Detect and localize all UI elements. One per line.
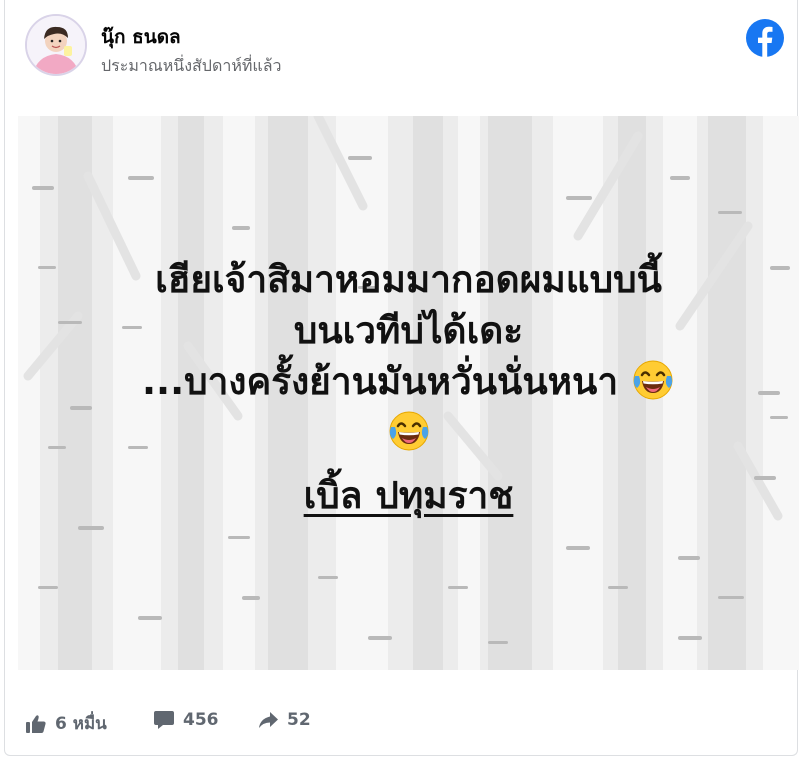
post-image[interactable]: เฮียเจ้าสิมาหอมมากอดผมแบบนี้ บนเวทีบ่ได้… [18, 116, 799, 670]
post-header: นุ๊ก ธนดล ประมาณหนึ่งสัปดาห์ที่แล้ว [5, 0, 797, 100]
share-icon [257, 710, 279, 730]
post-text-line-1: เฮียเจ้าสิมาหอมมากอดผมแบบนี้ [155, 258, 662, 301]
share-count: 52 [287, 710, 311, 730]
comment-count-button[interactable]: 456 [153, 710, 219, 730]
post-text-line-2: บนเวทีบ่ได้เดะ [293, 309, 524, 352]
post-text: เฮียเจ้าสิมาหอมมากอดผมแบบนี้ บนเวทีบ่ได้… [18, 254, 799, 521]
comment-count: 456 [183, 710, 219, 730]
like-count-button[interactable]: 6 หมื่น [25, 710, 107, 737]
face-with-tears-of-joy-icon [631, 358, 675, 402]
facebook-icon[interactable] [745, 18, 785, 58]
like-count: 6 หมื่น [55, 714, 107, 734]
post-signature-line: เบิ้ล ปทุมราช [18, 470, 799, 521]
post-signature: เบิ้ล ปทุมราช [303, 474, 514, 517]
post-text-line-4 [18, 407, 799, 458]
comment-icon [153, 710, 175, 730]
post-card: นุ๊ก ธนดล ประมาณหนึ่งสัปดาห์ที่แล้ว เฮีย… [4, 0, 799, 756]
author-avatar[interactable] [25, 14, 87, 76]
author-name[interactable]: นุ๊ก ธนดล [101, 22, 181, 52]
face-with-tears-of-joy-icon [387, 409, 431, 453]
post-timestamp[interactable]: ประมาณหนึ่งสัปดาห์ที่แล้ว [101, 54, 282, 79]
thumbs-up-icon [25, 714, 47, 734]
share-count-button[interactable]: 52 [257, 710, 311, 730]
post-text-line-3-text: ...บางครั้งย้านมันหวั่นนั่นหนา [141, 360, 619, 403]
post-text-line-3: ...บางครั้งย้านมันหวั่นนั่นหนา [18, 356, 799, 407]
post-footer: 6 หมื่น 456 52 [5, 686, 797, 754]
